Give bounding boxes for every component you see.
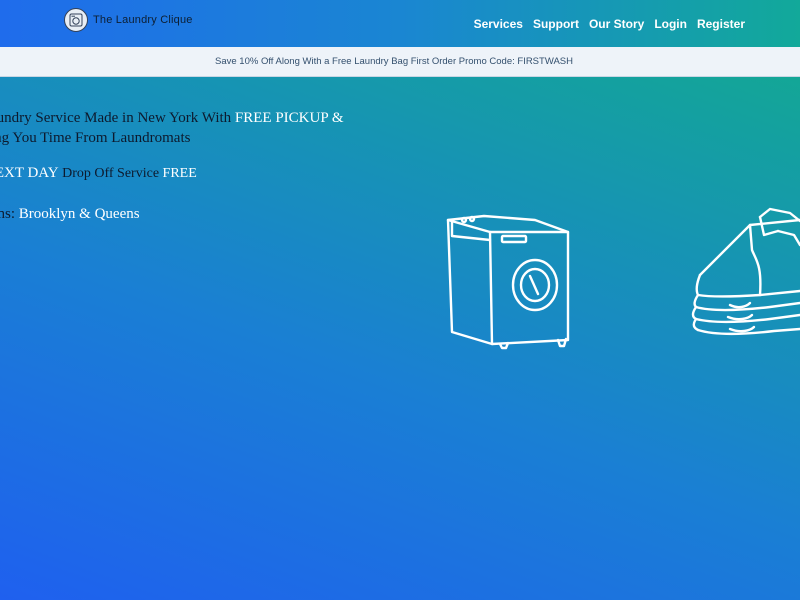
promo-banner: Save 10% Off Along With a Free Laundry B… xyxy=(0,47,800,77)
hero-line-4: ons: Brooklyn & Queens xyxy=(0,206,140,223)
free-pickup-highlight: FREE PICKUP & xyxy=(234,110,344,126)
nav-links: Services Support Our Story Login Registe… xyxy=(474,17,745,31)
hero-line-2: ing You Time From Laundromats xyxy=(0,130,190,147)
nav-our-story[interactable]: Our Story xyxy=(589,17,644,31)
next-day-highlight: NEXT DAY xyxy=(0,165,59,181)
hero-line-3-text: Drop Off Service xyxy=(58,166,163,181)
hero-line-3: NEXT DAY Drop Off Service FREE xyxy=(0,165,197,182)
nav-login[interactable]: Login xyxy=(654,17,687,31)
locations-highlight: Brooklyn & Queens xyxy=(18,206,140,222)
nav-register[interactable]: Register xyxy=(697,17,745,31)
locations-text: ons: xyxy=(0,206,16,222)
top-navbar: The Laundry Clique Services Support Our … xyxy=(0,0,800,47)
promo-text: Save 10% Off Along With a Free Laundry B… xyxy=(215,56,573,67)
hero-line-1: aundry Service Made in New York With FRE… xyxy=(0,110,344,127)
nav-services[interactable]: Services xyxy=(474,17,523,31)
brand-name: The Laundry Clique xyxy=(93,14,193,26)
hero-line-1-text: aundry Service Made in New York With xyxy=(0,110,235,126)
hero-line-2-text: ing You Time From Laundromats xyxy=(0,130,191,146)
folded-clothes-icon xyxy=(691,207,800,336)
washing-machine-logo-icon xyxy=(64,8,88,32)
washing-machine-icon xyxy=(446,214,570,350)
nav-support[interactable]: Support xyxy=(533,17,579,31)
free-highlight: FREE xyxy=(162,166,197,181)
brand[interactable]: The Laundry Clique xyxy=(64,8,193,32)
